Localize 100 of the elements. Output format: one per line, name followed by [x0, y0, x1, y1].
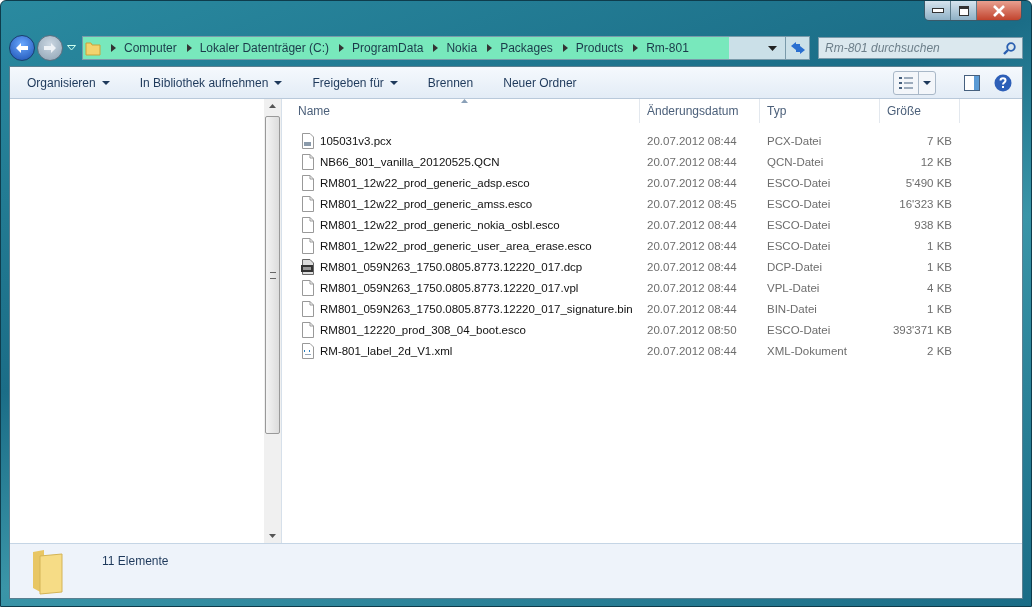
scroll-down-arrow-icon[interactable]	[269, 534, 276, 538]
blank-file-icon	[300, 153, 316, 170]
scroll-thumb[interactable]	[265, 116, 280, 434]
file-type: XML-Dokument	[766, 344, 848, 357]
file-type: ESCO-Datei	[766, 218, 832, 231]
file-name[interactable]: RM801_12w22_prod_generic_nokia_osbl.esco	[320, 218, 560, 231]
caret-icon	[389, 80, 398, 85]
refresh-arrows-icon	[789, 41, 806, 55]
modified-date: 20.07.2012 08:44	[646, 302, 738, 315]
address-bar[interactable]: Computer Lokaler Datenträger (C:) ProgramData Nokia Packages Products Rm-801	[82, 36, 810, 60]
caret-icon	[923, 80, 931, 85]
modified-date: 20.07.2012 08:44	[646, 344, 738, 357]
breadcrumb-arrow-icon[interactable]	[633, 44, 639, 52]
scrollbar[interactable]	[264, 99, 281, 543]
document-file-icon	[300, 258, 316, 275]
file-name[interactable]: RM801_059N263_1750.0805.8773.12220_017.vpl	[320, 281, 579, 294]
file-name[interactable]: RM801_059N263_1750.0805.8773.12220_017.dcp	[320, 260, 583, 273]
toolbar-button[interactable]: Freigeben für	[303, 71, 407, 94]
file-name[interactable]: RM-801_label_2d_V1.xml	[320, 344, 453, 357]
modified-date: 20.07.2012 08:44	[646, 260, 738, 273]
close-icon	[992, 4, 1006, 17]
column-header[interactable]: Typ	[760, 99, 880, 123]
breadcrumb-arrow-icon[interactable]	[339, 44, 345, 52]
file-size: 16'323 KB	[898, 197, 952, 210]
blank-file-icon	[300, 216, 316, 233]
breadcrumb-item[interactable]: Computer	[124, 41, 177, 55]
file-size: 1 KB	[926, 260, 952, 273]
breadcrumb-item[interactable]: Packages	[500, 41, 553, 55]
file-size: 12 KB	[919, 155, 952, 168]
file-size: 393'371 KB	[891, 323, 952, 336]
file-size: 1 KB	[926, 302, 952, 315]
file-type: DCP-Datei	[766, 260, 823, 273]
forward-button[interactable]	[37, 35, 63, 61]
scroll-up-arrow-icon[interactable]	[269, 104, 276, 108]
preview-pane-button[interactable]	[962, 72, 982, 93]
breadcrumb-arrow-icon[interactable]	[487, 44, 493, 52]
column-header[interactable]: Größe	[880, 99, 960, 123]
breadcrumb-item[interactable]: Products	[575, 41, 624, 55]
view-options-button[interactable]	[893, 70, 936, 95]
forward-arrow-icon	[43, 42, 57, 54]
details-view-icon	[898, 75, 914, 90]
file-name[interactable]: RM801_12w22_prod_generic_user_area_erase.esco	[320, 239, 592, 252]
file-size: 1 KB	[926, 239, 952, 252]
breadcrumb-item[interactable]: ProgramData	[352, 41, 424, 55]
breadcrumb-item[interactable]: Rm-801	[646, 41, 689, 55]
maximize-button[interactable]	[951, 1, 977, 20]
blank-file-icon	[300, 195, 316, 212]
dropdown-caret-icon[interactable]	[768, 45, 777, 51]
file-name[interactable]: NB66_801_vanilla_20120525.QCN	[320, 155, 500, 168]
minimize-button[interactable]	[925, 1, 951, 20]
breadcrumb-item[interactable]: Nokia	[446, 41, 478, 55]
file-type: BIN-Datei	[766, 302, 818, 315]
modified-date: 20.07.2012 08:44	[646, 239, 738, 252]
column-header[interactable]: Änderungsdatum	[640, 99, 760, 123]
toolbar-button[interactable]: Neuer Ordner	[494, 71, 586, 94]
help-icon	[994, 73, 1012, 92]
toolbar-button[interactable]: Organisieren	[18, 71, 119, 94]
blank-file-icon	[300, 174, 316, 191]
file-type: ESCO-Datei	[766, 323, 832, 336]
back-arrow-icon	[15, 42, 29, 54]
back-button[interactable]	[9, 35, 35, 61]
file-size: 2 KB	[926, 344, 952, 357]
breadcrumb-arrow-icon[interactable]	[433, 44, 439, 52]
toolbar-button[interactable]: Brennen	[418, 71, 483, 94]
breadcrumb-arrow-icon[interactable]	[111, 44, 116, 52]
file-name[interactable]: RM801_12w22_prod_generic_adsp.esco	[320, 176, 530, 189]
modified-date: 20.07.2012 08:45	[646, 197, 738, 210]
file-name[interactable]: 105031v3.pcx	[320, 134, 392, 147]
toolbar-button[interactable]: In Bibliothek aufnehmen	[130, 71, 292, 94]
blank-file-icon	[300, 300, 316, 317]
caret-icon	[274, 80, 283, 85]
file-type: PCX-Datei	[766, 134, 823, 147]
blank-file-icon	[300, 279, 316, 296]
file-type: ESCO-Datei	[766, 239, 832, 252]
file-type: ESCO-Datei	[766, 176, 832, 189]
file-name[interactable]: RM801_059N263_1750.0805.8773.12220_017_signature.bin	[320, 302, 633, 315]
breadcrumb-arrow-icon[interactable]	[562, 44, 568, 52]
file-size: 4 KB	[926, 281, 952, 294]
close-button[interactable]	[977, 1, 1021, 20]
modified-date: 20.07.2012 08:44	[646, 218, 738, 231]
modified-date: 20.07.2012 08:44	[646, 176, 738, 189]
sort-arrow-icon	[460, 99, 468, 103]
column-header[interactable]: Name	[282, 99, 640, 123]
search-field[interactable]: Rm-801 durchsuchen	[818, 37, 1023, 59]
file-type: VPL-Datei	[766, 281, 821, 294]
history-dropdown-icon[interactable]	[67, 45, 76, 51]
modified-date: 20.07.2012 08:50	[646, 323, 738, 336]
file-type: ESCO-Datei	[766, 197, 832, 210]
breadcrumb-item[interactable]: Lokaler Datenträger (C:)	[199, 41, 330, 55]
image-file-icon	[300, 132, 316, 149]
caret-icon	[101, 80, 110, 85]
blank-file-icon	[300, 321, 316, 338]
file-size: 938 KB	[913, 218, 952, 231]
folder-icon	[85, 40, 101, 56]
modified-date: 20.07.2012 08:44	[646, 134, 738, 147]
modified-date: 20.07.2012 08:44	[646, 155, 738, 168]
file-size: 7 KB	[926, 134, 952, 147]
breadcrumb-arrow-icon[interactable]	[186, 44, 192, 52]
file-name[interactable]: RM801_12w22_prod_generic_amss.esco	[320, 197, 533, 210]
file-name[interactable]: RM801_12220_prod_308_04_boot.esco	[320, 323, 526, 336]
